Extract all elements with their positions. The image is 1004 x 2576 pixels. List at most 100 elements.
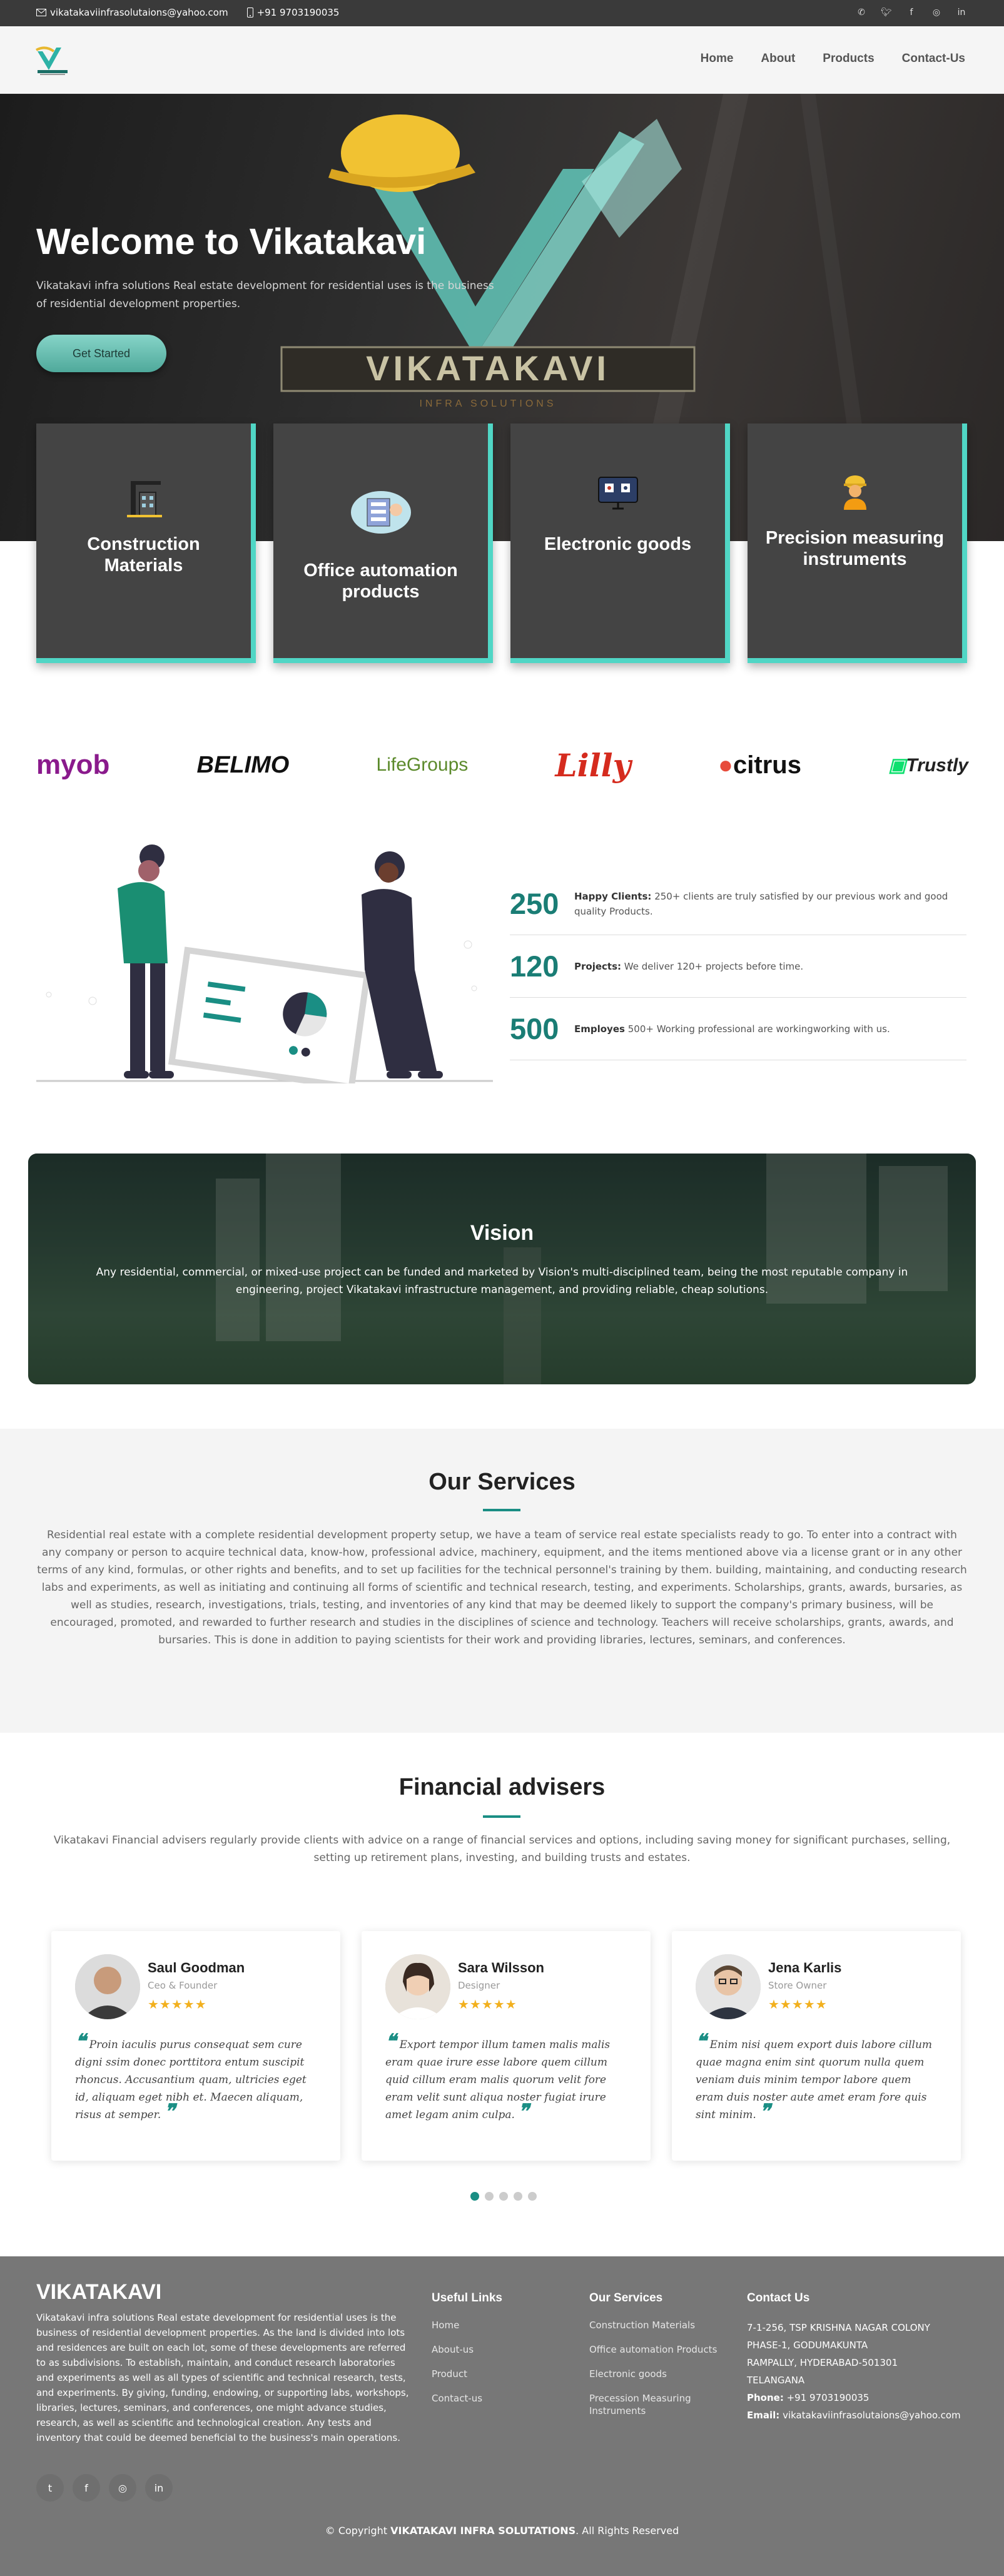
vikatakavi-logo[interactable] <box>35 45 83 78</box>
testimonial-card: Jena Karlis Store Owner ★★★★★ ❝ Enim nis… <box>672 1931 961 2161</box>
phone-text: +91 9703190035 <box>256 7 340 18</box>
twitter-icon[interactable]: 🐦︎ <box>880 6 893 19</box>
title-divider <box>483 1509 520 1511</box>
footer-about-text: Vikatakavi infra solutions Real estate d… <box>36 2312 409 2443</box>
card-office-automation[interactable]: Office automation products <box>273 423 493 663</box>
stat-number: 120 <box>510 950 559 983</box>
carousel-dot[interactable] <box>470 2192 479 2201</box>
facebook-icon[interactable]: f <box>73 2474 100 2502</box>
footer-social: t f ◎ in <box>36 2474 173 2502</box>
avatar <box>696 1954 761 2019</box>
testimonial-name: Saul Goodman <box>148 1960 245 1975</box>
copyright-text: © Copyright VIKATAKAVI INFRA SOLUTATIONS… <box>325 2525 679 2537</box>
carousel-dot[interactable] <box>514 2192 522 2201</box>
construction-icon <box>126 481 162 517</box>
email-text: vikatakaviinfrasolutaions@yahoo.com <box>50 7 228 18</box>
get-started-button[interactable]: Get Started <box>36 335 166 372</box>
title-divider <box>483 1815 520 1818</box>
stat-happy-clients: 250 Happy Clients: 250+ clients are trul… <box>510 873 966 935</box>
address-line: RAMPALLY, HYDERABAD-501301 <box>747 2357 898 2368</box>
nav-about[interactable]: About <box>761 52 795 66</box>
address-line: 7-1-256, TSP KRISHNA NAGAR COLONY <box>747 2322 930 2333</box>
footer-link-about[interactable]: About-us <box>432 2343 502 2356</box>
testimonial-name: Jena Karlis <box>768 1960 842 1975</box>
footer-link-construction[interactable]: Construction Materials <box>589 2319 733 2331</box>
vision-banner: Vision Any residential, commercial, or m… <box>28 1154 976 1384</box>
linkedin-icon[interactable]: in <box>955 6 968 19</box>
facebook-icon[interactable]: f <box>905 6 918 19</box>
card-construction-materials[interactable]: Construction Materials <box>36 423 256 663</box>
services-section: Our Services Residential real estate wit… <box>0 1429 1004 1733</box>
footer-brand: VIKATAKAVI <box>36 2280 162 2304</box>
footer-useful-links: Useful Links Home About-us Product Conta… <box>432 2291 502 2416</box>
main-nav: Home About Products Contact-Us <box>701 52 965 66</box>
services-text: Residential real estate with a complete … <box>37 1529 967 1646</box>
site-footer: VIKATAKAVI Vikatakavi infra solutions Re… <box>0 2256 1004 2576</box>
twitter-icon[interactable]: t <box>36 2474 64 2502</box>
card-electronic-goods[interactable]: Electronic goods <box>510 423 730 663</box>
testimonial-quote: ❝ Proin iaculis purus consequat sem cure… <box>75 2029 307 2123</box>
vision-title: Vision <box>470 1221 534 1245</box>
card-precision-instruments[interactable]: Precision measuring instruments <box>748 423 967 663</box>
email-contact[interactable]: vikatakaviinfrasolutaions@yahoo.com <box>36 7 228 18</box>
quote-close-icon: ❞ <box>759 2099 771 2123</box>
quote-open-icon: ❝ <box>696 2029 707 2053</box>
testimonial-quote: ❝ Export tempor illum tamen malis malis … <box>385 2029 611 2123</box>
linkedin-icon[interactable]: in <box>145 2474 173 2502</box>
whatsapp-icon[interactable]: ✆ <box>855 6 868 19</box>
carousel-dot[interactable] <box>485 2192 494 2201</box>
footer-link-product[interactable]: Product <box>432 2368 502 2380</box>
rating-stars: ★★★★★ <box>148 1997 207 2012</box>
carousel-dot[interactable] <box>528 2192 537 2201</box>
team-presentation-illustration <box>36 844 493 1083</box>
brand-citrus-logo: ●citrus <box>718 751 801 779</box>
vision-text: Any residential, commercial, or mixed-us… <box>96 1266 908 1296</box>
stat-description: Employes 500+ Working professional are w… <box>574 1023 890 1035</box>
brand-lifegroups-logo: LifeGroups <box>376 754 469 775</box>
brand-trustly-logo: ▣Trustly <box>888 754 968 776</box>
testimonial-role: Ceo & Founder <box>148 1980 218 1991</box>
testimonial-card: Saul Goodman Ceo & Founder ★★★★★ ❝ Proin… <box>51 1931 340 2161</box>
footer-link-home[interactable]: Home <box>432 2319 502 2331</box>
footer-email[interactable]: Email: vikatakaviinfrasolutaions@yahoo.c… <box>747 2406 972 2424</box>
instagram-icon[interactable]: ◎ <box>930 6 943 19</box>
stat-number: 250 <box>510 887 559 920</box>
stat-projects: 120 Projects: We deliver 120+ projects b… <box>510 935 966 998</box>
site-header: Home About Products Contact-Us <box>0 26 1004 94</box>
quote-close-icon: ❞ <box>518 2099 529 2123</box>
card-label: Construction Materials <box>87 534 200 576</box>
footer-column-title: Contact Us <box>747 2291 810 2305</box>
footer-link-precision[interactable]: Precession Measuring Instruments <box>589 2392 696 2417</box>
hero-text: Vikatakavi infra solutions Real estate d… <box>36 280 494 310</box>
card-label: Precision measuring instruments <box>765 528 945 569</box>
brand-myob-logo: myob <box>36 749 110 780</box>
instagram-icon[interactable]: ◎ <box>109 2474 136 2502</box>
footer-phone: Phone: +91 9703190035 <box>747 2392 870 2403</box>
carousel-dot[interactable] <box>499 2192 508 2201</box>
envelope-icon <box>36 9 46 16</box>
testimonial-card: Sara Wilsson Designer ★★★★★ ❝ Export tem… <box>362 1931 651 2161</box>
address-line: TELANGANA <box>747 2375 805 2386</box>
footer-link-office[interactable]: Office automation Products <box>589 2343 733 2356</box>
top-bar: vikatakaviinfrasolutaions@yahoo.com +91 … <box>0 0 1004 26</box>
card-label: Office automation products <box>303 560 458 602</box>
footer-link-electronics[interactable]: Electronic goods <box>589 2368 733 2380</box>
testimonial-name: Sara Wilsson <box>458 1960 544 1975</box>
nav-contact[interactable]: Contact-Us <box>902 52 965 66</box>
card-label: Electronic goods <box>544 534 692 554</box>
footer-services-links: Our Services Construction Materials Offi… <box>589 2291 733 2429</box>
stat-number: 500 <box>510 1012 559 1045</box>
brand-lilly-logo: Lilly <box>555 746 631 784</box>
nav-products[interactable]: Products <box>823 52 874 66</box>
sign-text: VIKATAKAVI <box>366 348 610 388</box>
advisers-text: Vikatakavi Financial advisers regularly … <box>53 1834 951 1864</box>
quote-open-icon: ❝ <box>75 2029 86 2053</box>
footer-link-contact[interactable]: Contact-us <box>432 2392 502 2405</box>
testimonial-quote: ❝ Enim nisi quem export duis labore cill… <box>696 2029 933 2123</box>
footer-contact: Contact Us 7-1-256, TSP KRISHNA NAGAR CO… <box>747 2291 972 2424</box>
nav-home[interactable]: Home <box>701 52 734 66</box>
carousel-pagination <box>470 2192 537 2201</box>
stat-description: Projects: We deliver 120+ projects befor… <box>574 960 804 972</box>
phone-contact[interactable]: +91 9703190035 <box>246 7 340 18</box>
stat-description: Happy Clients: 250+ clients are truly sa… <box>574 890 948 917</box>
